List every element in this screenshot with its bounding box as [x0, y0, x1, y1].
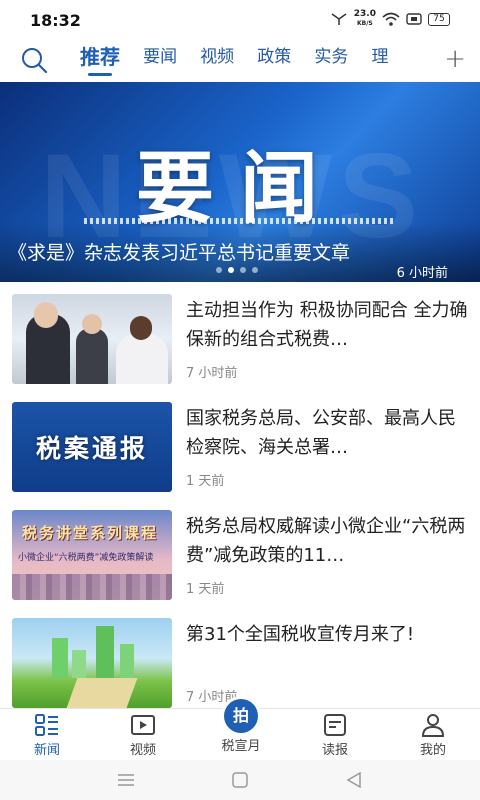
network-speed-value: 23.0	[353, 9, 376, 19]
nav-news-label: 新闻	[33, 743, 60, 758]
banner-time: 6 小时前	[396, 266, 448, 281]
news-list-icon	[35, 714, 58, 736]
nav-video-label: 视频	[129, 743, 156, 758]
thumbnail-text: 税案通报	[35, 434, 148, 463]
status-icons: 23.0 KB/S 75	[330, 10, 450, 28]
news-time: 1 天前	[186, 474, 225, 489]
nav-news[interactable]: 新闻	[12, 713, 82, 758]
news-thumbnail	[12, 618, 172, 708]
news-title[interactable]: 第31个全国税收宣传月来了!	[186, 620, 468, 649]
network-speed-unit: KB/S	[357, 20, 373, 27]
tab-practice[interactable]: 实务	[314, 44, 348, 70]
news-title[interactable]: 税务总局权威解读小微企业“六税两费”减免政策的11…	[186, 512, 468, 570]
back-icon[interactable]	[344, 770, 364, 790]
camera-badge-icon[interactable]: 拍	[224, 699, 258, 733]
channel-tabs: 推荐 要闻 视频 政策 实务 理	[80, 44, 440, 78]
news-thumbnail: 税案通报	[12, 402, 172, 492]
news-item[interactable]: 税务讲堂系列课程 小微企业“六税两费”减免政策解读 税务总局权威解读小微企业“六…	[0, 498, 480, 606]
news-title[interactable]: 国家税务总局、公安部、最高人民检察院、海关总署…	[186, 404, 468, 462]
carousel-dot-active	[228, 267, 234, 273]
bottom-navigation: 新闻 视频 拍 税宣月 读报 我的	[0, 699, 480, 760]
carousel-indicator	[216, 267, 258, 273]
news-thumbnail	[12, 294, 172, 384]
news-title[interactable]: 主动担当作为 积极协同配合 全力确保新的组合式税费…	[186, 296, 468, 354]
sim-icon	[406, 13, 422, 25]
banner-carousel[interactable]: NEWS 要闻 《求是》杂志发表习近平总书记重要文章 6 小时前	[0, 82, 480, 282]
nav-newspaper[interactable]: 读报	[300, 713, 370, 758]
search-icon[interactable]	[20, 46, 48, 74]
system-navigation-bar	[0, 760, 480, 800]
news-item[interactable]: 第31个全国税收宣传月来了! 7 小时前	[0, 606, 480, 714]
menu-icon[interactable]	[116, 770, 136, 790]
nav-mine[interactable]: 我的	[398, 713, 468, 758]
nfc-icon	[331, 13, 347, 25]
news-time: 7 小时前	[186, 366, 238, 381]
wifi-icon	[382, 12, 400, 26]
news-list: 主动担当作为 积极协同配合 全力确保新的组合式税费… 7 小时前 税案通报 国家…	[0, 282, 480, 714]
thumbnail-text: 税务讲堂系列课程	[22, 524, 159, 542]
nav-video[interactable]: 视频	[108, 713, 178, 758]
news-item[interactable]: 主动担当作为 积极协同配合 全力确保新的组合式税费… 7 小时前	[0, 282, 480, 390]
channel-tab-bar: 推荐 要闻 视频 政策 实务 理 +	[0, 40, 480, 82]
carousel-dot	[240, 267, 246, 273]
newspaper-icon	[324, 714, 346, 736]
battery-icon: 75	[428, 12, 450, 26]
tab-theory[interactable]: 理	[371, 44, 388, 70]
tab-recommended[interactable]: 推荐	[80, 44, 120, 76]
battery-level: 75	[433, 13, 445, 24]
tab-video[interactable]: 视频	[200, 44, 234, 70]
plus-icon[interactable]: +	[444, 46, 466, 72]
news-time: 1 天前	[186, 582, 225, 597]
news-item[interactable]: 税案通报 国家税务总局、公安部、最高人民检察院、海关总署… 1 天前	[0, 390, 480, 498]
tab-headlines[interactable]: 要闻	[143, 44, 177, 70]
app-screen: 18:32 23.0 KB/S 75 推荐 要闻 视频 政策 实务 理 + NE…	[0, 0, 480, 800]
banner-caption[interactable]: 《求是》杂志发表习近平总书记重要文章	[8, 238, 350, 265]
video-play-icon	[131, 715, 155, 735]
status-bar: 18:32 23.0 KB/S 75	[0, 0, 480, 40]
thumbnail-subtext: 小微企业“六税两费”减免政策解读	[18, 553, 154, 563]
tab-policy[interactable]: 政策	[257, 44, 291, 70]
person-icon	[421, 714, 445, 737]
carousel-dot	[216, 267, 222, 273]
network-speed: 23.0 KB/S	[354, 10, 376, 28]
nav-newspaper-label: 读报	[321, 743, 348, 758]
home-icon[interactable]	[230, 770, 250, 790]
carousel-dot	[252, 267, 258, 273]
nav-center-label[interactable]: 税宣月	[206, 735, 276, 754]
nav-mine-label: 我的	[419, 743, 446, 758]
news-thumbnail: 税务讲堂系列课程 小微企业“六税两费”减免政策解读	[12, 510, 172, 600]
status-time: 18:32	[30, 11, 81, 30]
